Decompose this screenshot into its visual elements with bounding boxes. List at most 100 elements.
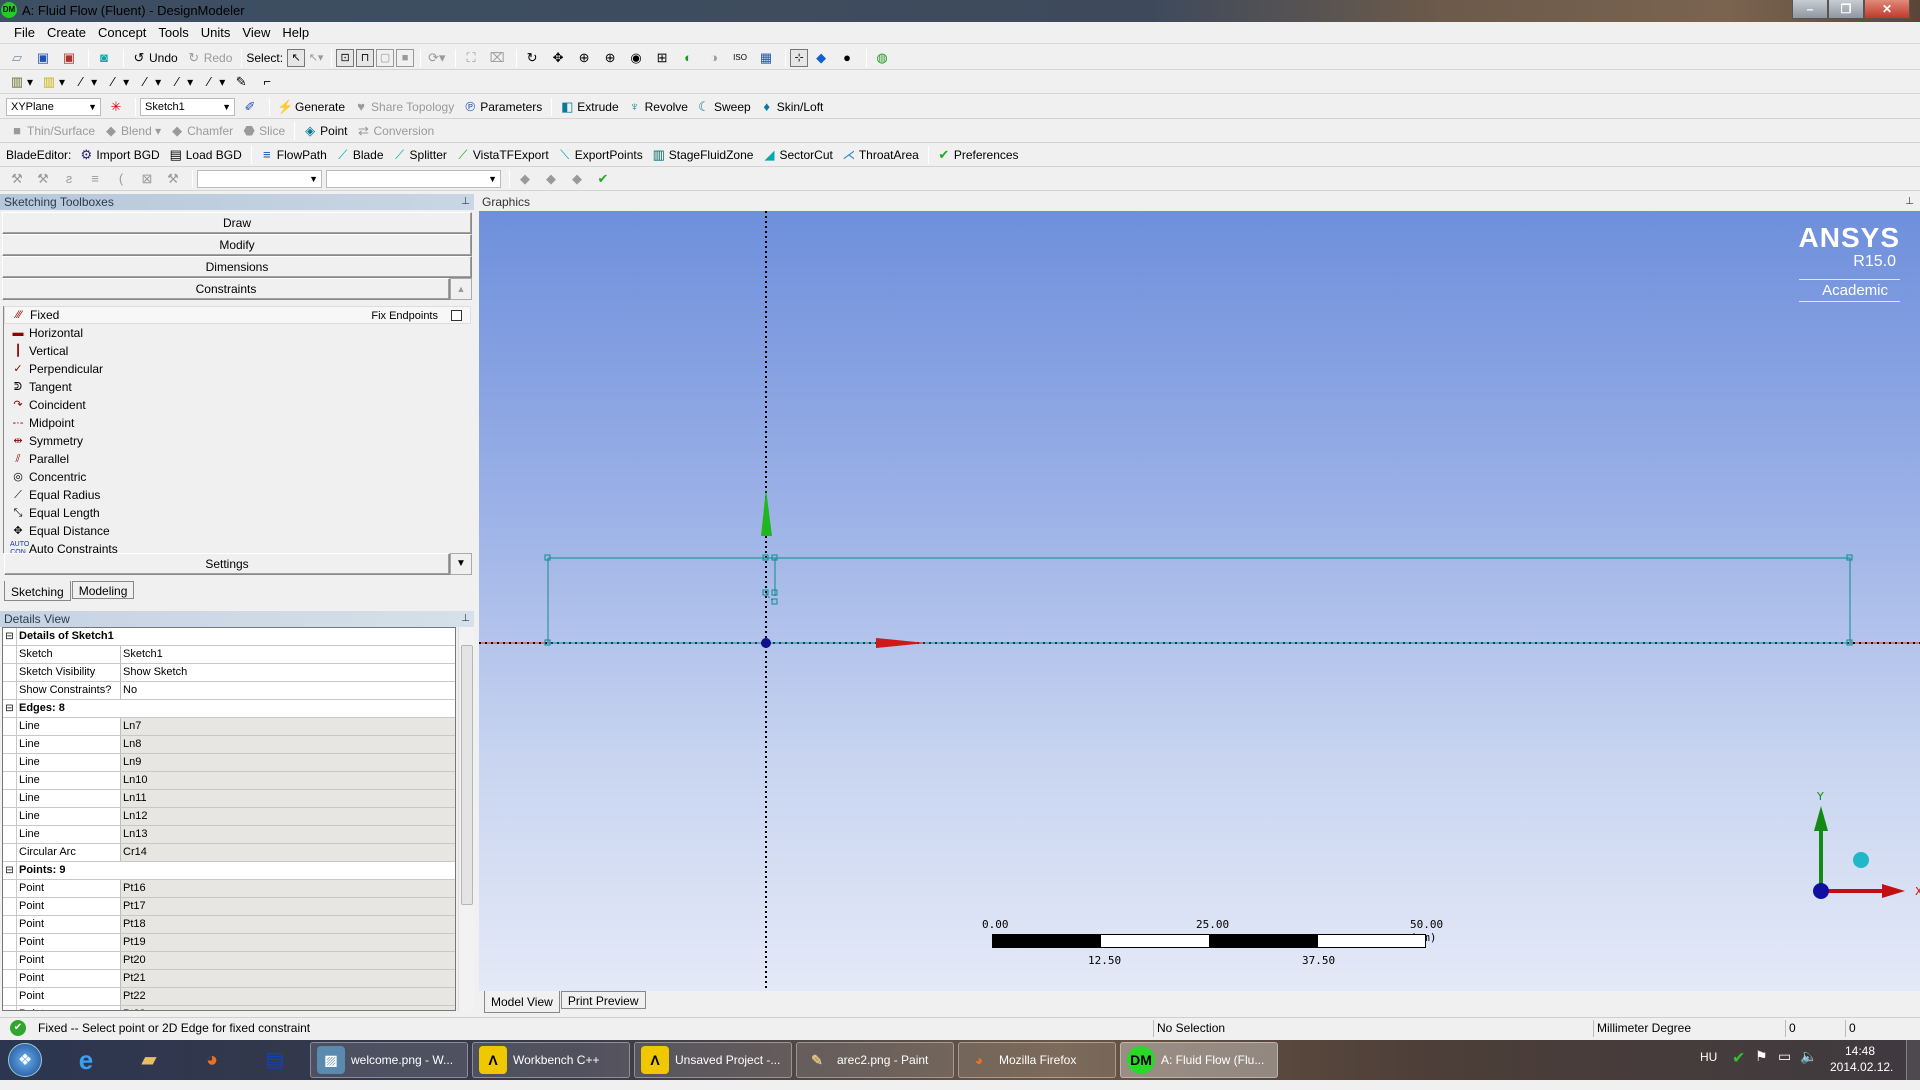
- tab-print-preview[interactable]: Print Preview: [560, 991, 646, 1009]
- toolbox-dimensions[interactable]: Dimensions: [2, 256, 472, 278]
- select-points-button[interactable]: ⊡: [336, 48, 355, 67]
- plane-select[interactable]: XYPlane ▼: [6, 97, 101, 116]
- axis-triad[interactable]: Y X: [1790, 786, 1920, 906]
- previous-view-button[interactable]: ◐: [677, 47, 701, 69]
- details-row-value[interactable]: Ln8: [121, 736, 455, 753]
- collapse-icon[interactable]: ⊟: [3, 700, 17, 717]
- tab-sketching[interactable]: Sketching: [4, 581, 71, 601]
- throatarea-button[interactable]: ⋌ ThroatArea: [838, 144, 922, 166]
- taskbar-item-designmodeler[interactable]: DM A: Fluid Flow (Flu...: [1120, 1042, 1278, 1078]
- thin-surface-button[interactable]: ■ Thin/Surface: [6, 120, 98, 142]
- tool-3-button[interactable]: ƨ: [58, 168, 82, 190]
- edge-display-2-button[interactable]: ⁄ ▾: [134, 71, 164, 93]
- constraint-fixed[interactable]: ⁄⁄⁄ Fixed Fix Endpoints: [4, 306, 471, 324]
- details-row[interactable]: Circular Arc Cr14: [3, 844, 455, 862]
- details-row-value[interactable]: No: [121, 682, 455, 699]
- network-icon[interactable]: ▭: [1778, 1048, 1791, 1088]
- constraint-symmetry[interactable]: ⇹ Symmetry: [4, 432, 471, 450]
- display-point-button[interactable]: ●: [836, 47, 860, 69]
- share-topology-button[interactable]: ♥ Share Topology: [350, 96, 457, 118]
- details-row[interactable]: Line Ln12: [3, 808, 455, 826]
- menu-file[interactable]: File: [8, 25, 41, 40]
- select-faces-button[interactable]: ▢: [376, 48, 395, 67]
- toolbox-modify[interactable]: Modify: [2, 234, 472, 256]
- sketch-canvas[interactable]: [479, 211, 1920, 991]
- point-button[interactable]: ◈ Point: [299, 120, 350, 142]
- details-row-value[interactable]: Ln7: [121, 718, 455, 735]
- details-row[interactable]: Point Pt20: [3, 952, 455, 970]
- details-row-value[interactable]: Pt20: [121, 952, 455, 969]
- edge-display-0-button[interactable]: ⁄ ▾: [70, 71, 100, 93]
- generate-button[interactable]: ⚡ Generate: [274, 96, 348, 118]
- menu-help[interactable]: Help: [276, 25, 315, 40]
- undo-button[interactable]: ↺ Undo: [128, 47, 181, 69]
- details-row-value[interactable]: Ln11: [121, 790, 455, 807]
- start-button[interactable]: ❖: [8, 1043, 42, 1077]
- next-view-button[interactable]: ◑: [703, 47, 727, 69]
- toolbox-settings[interactable]: Settings: [4, 553, 450, 575]
- collapse-icon[interactable]: ⊟: [3, 862, 17, 879]
- details-group-header[interactable]: ⊟ Edges: 8: [3, 700, 455, 718]
- details-row[interactable]: Point Pt16: [3, 880, 455, 898]
- details-row[interactable]: Point Pt17: [3, 898, 455, 916]
- stagefluidzone-button[interactable]: ▥ StageFluidZone: [648, 144, 757, 166]
- new-sketch-button[interactable]: ✐: [239, 96, 263, 118]
- tool-2-button[interactable]: ⚒: [32, 168, 56, 190]
- display-model-button[interactable]: ◆: [810, 47, 834, 69]
- select-mode-button[interactable]: ↖: [287, 48, 306, 67]
- pin-icon[interactable]: ⊥: [461, 194, 470, 210]
- details-row[interactable]: Line Ln8: [3, 736, 455, 754]
- scrollbar-thumb[interactable]: [461, 645, 473, 905]
- tool-4-button[interactable]: ≡: [84, 168, 108, 190]
- constraint-horizontal[interactable]: ▬ Horizontal: [4, 324, 471, 342]
- details-row-value[interactable]: Ln9: [121, 754, 455, 771]
- details-row-value[interactable]: Cr14: [121, 844, 455, 861]
- details-row-value[interactable]: Show Sketch: [121, 664, 455, 681]
- toolbox-constraints[interactable]: Constraints: [2, 278, 450, 300]
- box-zoom-button[interactable]: ⊕: [599, 47, 623, 69]
- tool-7-button[interactable]: ⚒: [162, 168, 186, 190]
- taskbar-item-welcome[interactable]: ▨ welcome.png - W...: [310, 1042, 468, 1078]
- details-row[interactable]: Point Pt18: [3, 916, 455, 934]
- scroll-up-button[interactable]: ▲: [450, 278, 472, 300]
- constraint-midpoint[interactable]: -·- Midpoint: [4, 414, 471, 432]
- face-display-button[interactable]: ▥ ▾: [6, 71, 36, 93]
- menu-tools[interactable]: Tools: [152, 25, 194, 40]
- details-row[interactable]: Line Ln13: [3, 826, 455, 844]
- blade-combo-1[interactable]: ▼: [197, 169, 322, 188]
- collapse-icon[interactable]: ⊟: [3, 628, 17, 645]
- splitter-button[interactable]: ⟋ Splitter: [389, 144, 450, 166]
- details-row-value[interactable]: Ln12: [121, 808, 455, 825]
- details-row[interactable]: Line Ln10: [3, 772, 455, 790]
- sweep-button[interactable]: ☾ Sweep: [693, 96, 754, 118]
- preferences-button[interactable]: ✔ Preferences: [933, 144, 1022, 166]
- save-as-button[interactable]: ▣: [58, 47, 82, 69]
- select-bodies-button[interactable]: ■: [396, 48, 415, 67]
- tool-10-button[interactable]: ◆: [566, 168, 590, 190]
- zoom-button[interactable]: ⊕: [573, 47, 597, 69]
- vistatfexport-button[interactable]: ⟋ VistaTFExport: [452, 144, 552, 166]
- details-row[interactable]: Point Pt21: [3, 970, 455, 988]
- firefox-pin[interactable]: ◕: [196, 1044, 228, 1076]
- menu-create[interactable]: Create: [41, 25, 92, 40]
- conversion-button[interactable]: ⇄ Conversion: [353, 120, 438, 142]
- blade-combo-2[interactable]: ▼: [326, 169, 501, 188]
- edge-display-1-button[interactable]: ⁄ ▾: [102, 71, 132, 93]
- details-row-value[interactable]: Ln13: [121, 826, 455, 843]
- extrude-button[interactable]: ◧ Extrude: [556, 96, 621, 118]
- constraint-parallel[interactable]: ⫽ Parallel: [4, 450, 471, 468]
- constraint-vertical[interactable]: ┃ Vertical: [4, 342, 471, 360]
- edge-display-x-button[interactable]: ⁄ ▾: [198, 71, 228, 93]
- details-row-value[interactable]: Pt23: [121, 1006, 455, 1010]
- menu-units[interactable]: Units: [195, 25, 237, 40]
- display-plane-button[interactable]: ⊹: [790, 48, 809, 67]
- menu-concept[interactable]: Concept: [92, 25, 152, 40]
- tool-5-button[interactable]: (: [110, 168, 134, 190]
- rotate-button[interactable]: ↻: [521, 47, 545, 69]
- details-group-header[interactable]: ⊟ Points: 9: [3, 862, 455, 880]
- redo-button[interactable]: ↻ Redo: [183, 47, 236, 69]
- save-button[interactable]: ▣: [32, 47, 56, 69]
- extend-selection-button[interactable]: ⟳▾: [425, 47, 449, 69]
- details-row-value[interactable]: Pt22: [121, 988, 455, 1005]
- volume-icon[interactable]: 🔈: [1800, 1048, 1817, 1088]
